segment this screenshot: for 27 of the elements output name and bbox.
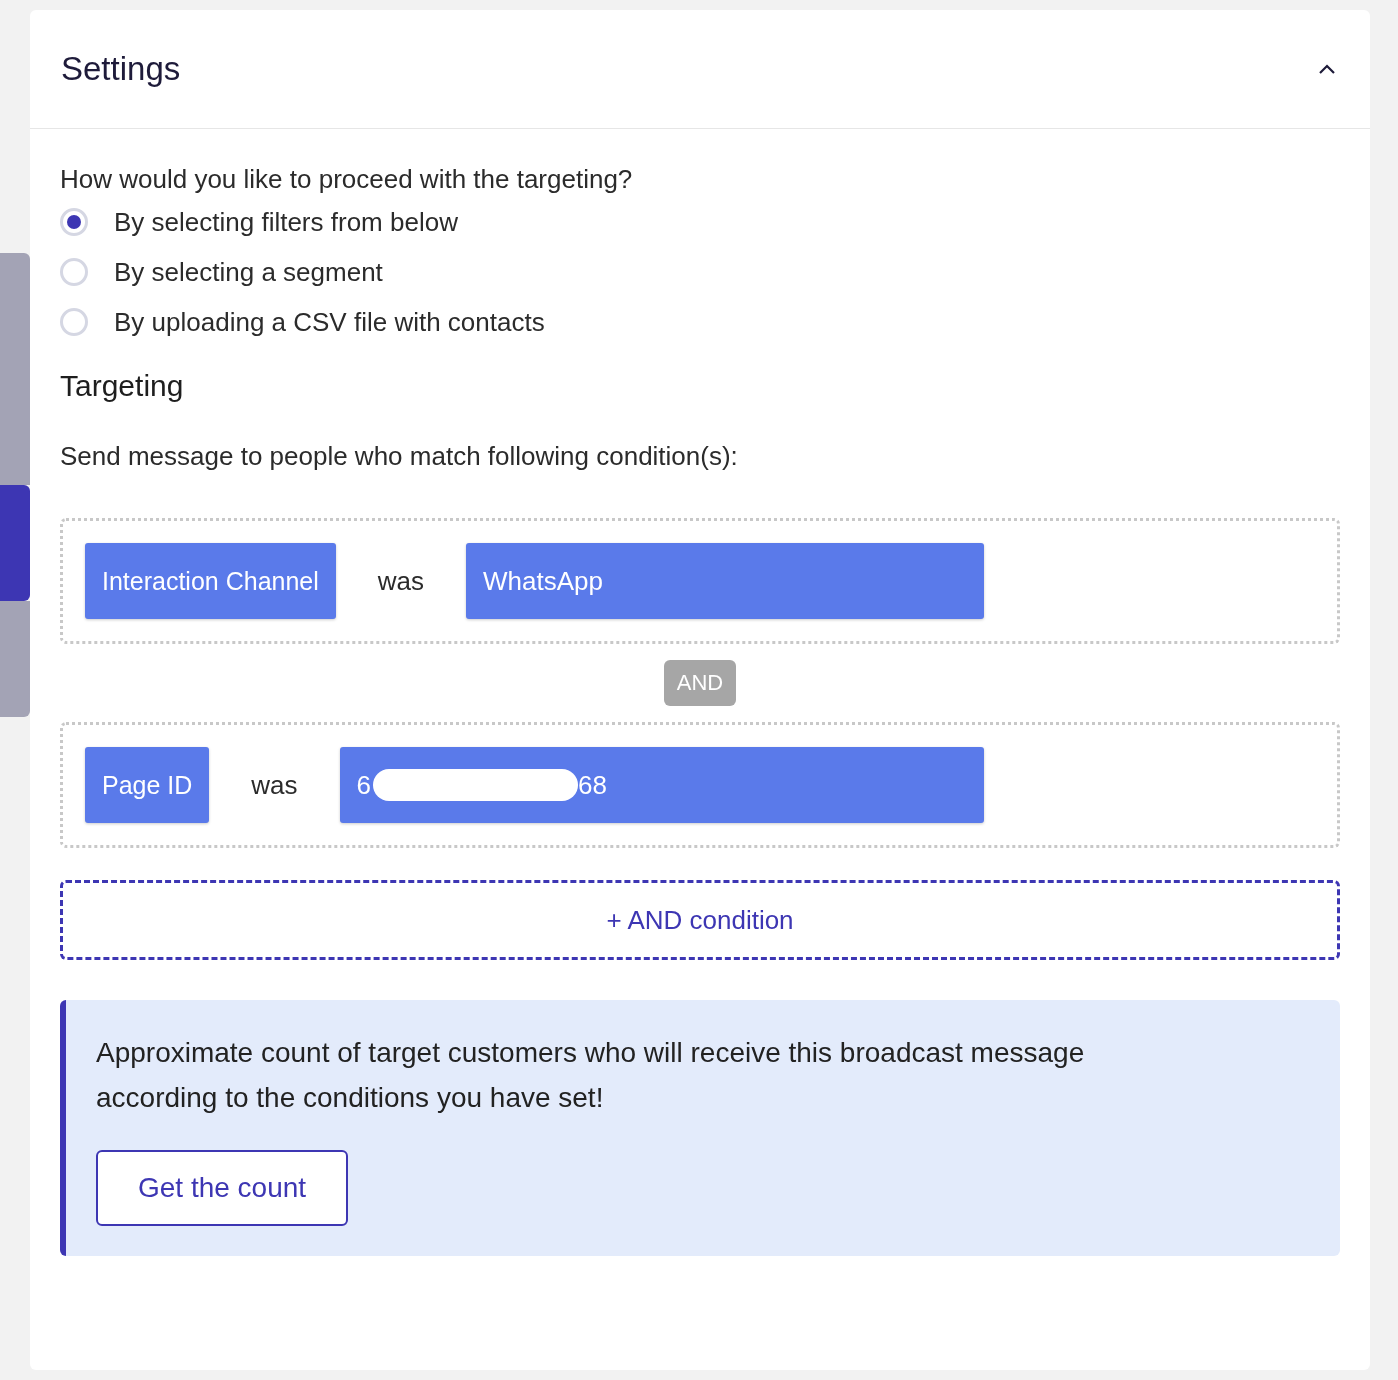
description-text: Send message to people who match following condition(s):: [60, 441, 739, 472]
section-heading: Targeting: [60, 369, 185, 403]
radio-button[interactable]: [60, 308, 88, 336]
radio-button[interactable]: [60, 208, 88, 236]
field-button[interactable]: Page ID: [85, 747, 210, 823]
radio-label: By selecting filters from below: [114, 206, 458, 238]
sidebar-tab[interactable]: [0, 253, 30, 485]
operator-text: was: [377, 565, 425, 597]
operator-text: was: [251, 769, 298, 801]
radio-label: By selecting a segment: [114, 256, 383, 288]
sidebar-tab[interactable]: [0, 485, 30, 601]
value-text: 68: [578, 769, 607, 801]
question-text: How would you like to proceed with the targeting?: [60, 163, 634, 195]
value-field[interactable]: WhatsApp: [466, 543, 984, 619]
value-text: 6: [356, 769, 372, 801]
sidebar-tab[interactable]: [0, 601, 30, 717]
value-text: WhatsApp: [483, 565, 603, 597]
count-description: Approximate count of target customers who will receive this broadcast message according to the conditions you have set!: [96, 1036, 1086, 1115]
add-condition-button[interactable]: + AND condition: [60, 880, 1340, 960]
field-button[interactable]: Interaction Channel: [85, 543, 336, 619]
radio-label: By uploading a CSV file with contacts: [114, 306, 545, 338]
and-badge: AND: [663, 660, 737, 706]
panel-title: Settings: [61, 50, 181, 88]
chevron-icon[interactable]: [1318, 63, 1336, 75]
get-count-button[interactable]: Get the count: [96, 1150, 349, 1226]
radio-button[interactable]: [60, 258, 88, 286]
value-field[interactable]: 6 68: [339, 747, 984, 823]
